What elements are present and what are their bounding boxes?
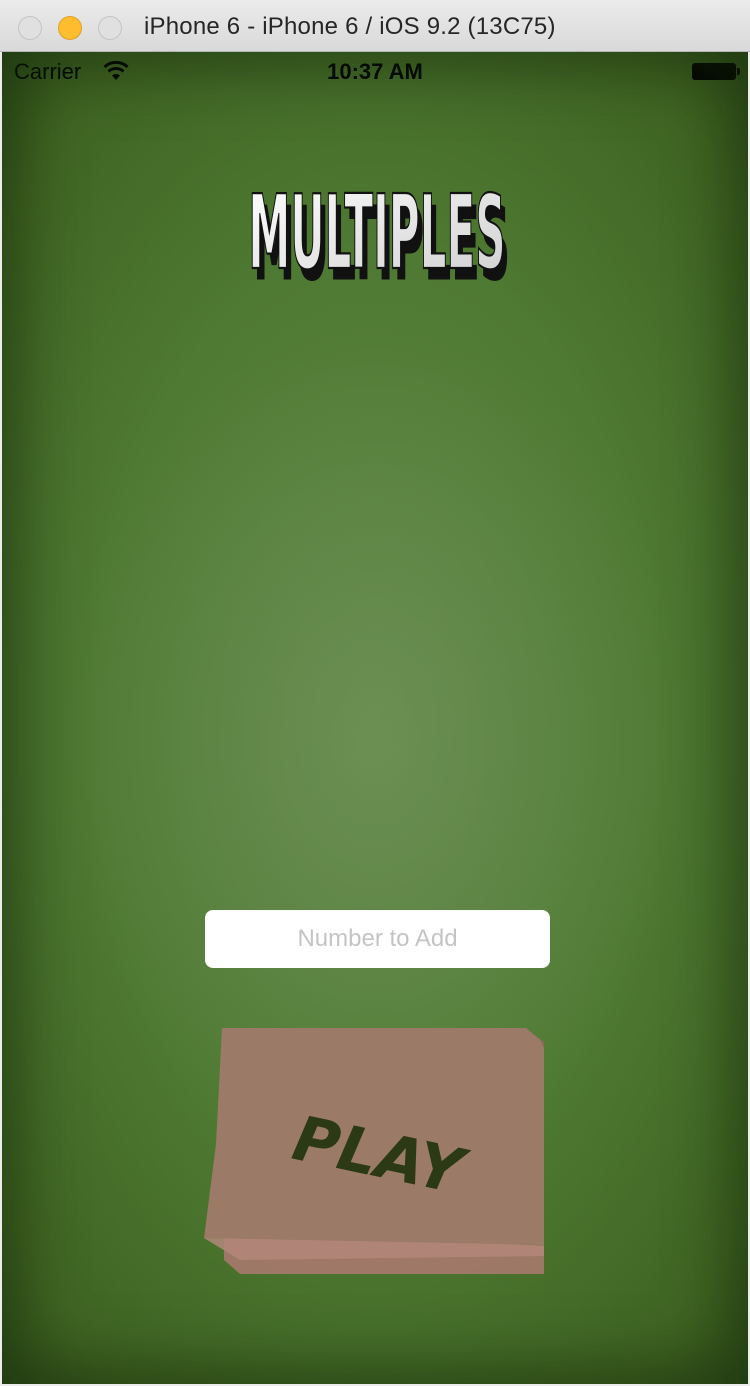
zoom-window-button[interactable] [98, 16, 122, 40]
window-title: iPhone 6 - iPhone 6 / iOS 9.2 (13C75) [144, 13, 556, 40]
close-window-button[interactable] [18, 16, 42, 40]
number-to-add-input[interactable] [205, 910, 550, 968]
multiples-logo: MULTIPLES MULTIPLES [248, 173, 511, 304]
logo-text: MULTIPLES [248, 174, 505, 293]
play-button[interactable]: PLAY [200, 1024, 550, 1274]
simulator-title-bar: iPhone 6 - iPhone 6 / iOS 9.2 (13C75) [0, 0, 750, 52]
device-screen: Carrier 10:37 AM MULTIPLES MULTIPLES PLA… [2, 52, 748, 1384]
status-bar: Carrier 10:37 AM [2, 52, 748, 92]
battery-icon [692, 63, 740, 80]
clock: 10:37 AM [327, 59, 423, 84]
minimize-window-button[interactable] [58, 16, 82, 40]
